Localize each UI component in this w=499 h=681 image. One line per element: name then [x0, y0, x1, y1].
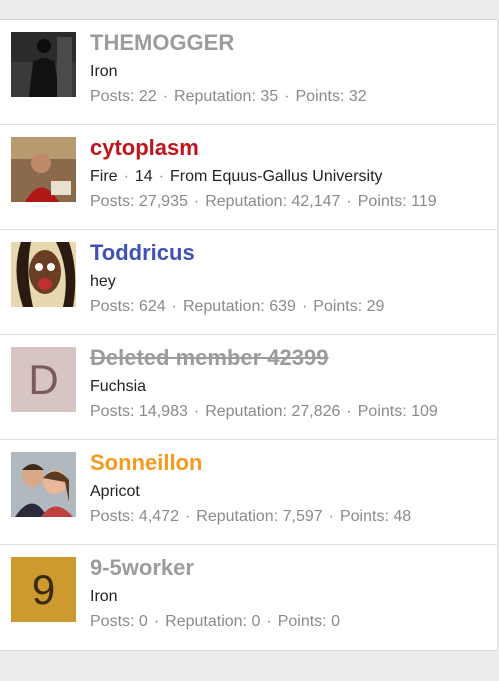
- list-item: THEMOGGER Iron Posts: 22 · Reputation: 35 ·…: [0, 20, 497, 125]
- points-label: Points:: [357, 403, 407, 420]
- username-link[interactable]: cytoplasm: [90, 135, 489, 161]
- reputation-count: 27,826: [291, 403, 341, 420]
- avatar[interactable]: 9: [11, 557, 76, 622]
- user-stats: Posts: 22 · Reputation: 35 · Points: 32: [90, 87, 489, 107]
- reputation-label: Reputation:: [174, 88, 256, 105]
- reputation-count: 35: [260, 88, 279, 105]
- user-stats: Posts: 27,935 · Reputation: 42,147 · Points:…: [90, 192, 489, 212]
- user-title-text: Iron: [90, 63, 118, 80]
- points-count: 119: [411, 193, 437, 210]
- posts-label: Posts:: [90, 193, 135, 210]
- separator: ·: [193, 193, 200, 210]
- user-title-text: Fuchsia: [90, 378, 147, 395]
- reputation-count: 0: [251, 613, 261, 630]
- user-title: Iron: [90, 587, 489, 607]
- reputation-label: Reputation:: [165, 613, 247, 630]
- user-title-text: 14: [134, 168, 153, 185]
- list-item: Toddricus hey Posts: 624 · Reputation: 639…: [0, 230, 497, 335]
- avatar-letter: 9: [11, 557, 76, 622]
- posts-count: 14,983: [138, 403, 188, 420]
- separator: ·: [266, 613, 272, 630]
- username-link[interactable]: THEMOGGER: [90, 30, 489, 56]
- user-stats: Posts: 14,983 · Reputation: 27,826 · Points:…: [90, 402, 489, 422]
- separator: ·: [328, 508, 334, 525]
- member-list: THEMOGGER Iron Posts: 22 · Reputation: 35 ·…: [0, 19, 498, 651]
- posts-label: Posts:: [90, 508, 135, 525]
- posts-label: Posts:: [90, 298, 135, 315]
- user-location: From Equus-Gallus University: [170, 168, 383, 185]
- list-item: D Deleted member 42399 Fuchsia Posts: 14…: [0, 335, 497, 440]
- posts-count: 624: [138, 298, 166, 315]
- couple-photo-icon: [11, 452, 76, 517]
- user-title: Fire · 14 · From Equus-Gallus University: [90, 167, 489, 187]
- reputation-count: 639: [269, 298, 296, 315]
- points-count: 29: [366, 298, 385, 315]
- separator: ·: [301, 298, 308, 315]
- separator: ·: [346, 403, 352, 420]
- reputation-label: Reputation:: [205, 193, 288, 210]
- user-stats: Posts: 0 · Reputation: 0 · Points: 0: [90, 612, 489, 632]
- separator: ·: [153, 613, 160, 630]
- silhouette-photo-icon: [11, 32, 76, 97]
- username-link[interactable]: Toddricus: [90, 240, 489, 266]
- list-item: Sonneillon Apricot Posts: 4,472 · Reputati…: [0, 440, 497, 545]
- posts-count: 4,472: [138, 508, 179, 525]
- user-title-text: Iron: [90, 588, 118, 605]
- posts-count: 22: [138, 88, 157, 105]
- posts-label: Posts:: [90, 88, 135, 105]
- reputation-label: Reputation:: [196, 508, 279, 525]
- separator: ·: [123, 168, 129, 185]
- username-link[interactable]: 9-5worker: [90, 555, 489, 581]
- user-title: hey: [90, 272, 489, 292]
- user-stats: Posts: 4,472 · Reputation: 7,597 · Points: 4…: [90, 507, 489, 527]
- face-photo-icon: [11, 242, 76, 307]
- reputation-count: 42,147: [291, 193, 341, 210]
- posts-count: 27,935: [138, 193, 188, 210]
- posts-count: 0: [138, 613, 148, 630]
- posts-label: Posts:: [90, 613, 135, 630]
- user-title-text: Apricot: [90, 483, 140, 500]
- points-count: 109: [411, 403, 438, 420]
- points-label: Points:: [313, 298, 363, 315]
- username-deleted: Deleted member 42399: [90, 345, 329, 370]
- reputation-label: Reputation:: [182, 298, 265, 315]
- user-title-text: Fire: [90, 168, 118, 185]
- separator: ·: [171, 298, 177, 315]
- points-count: 48: [393, 508, 412, 525]
- posts-label: Posts:: [90, 403, 135, 420]
- separator: ·: [184, 508, 191, 525]
- separator: ·: [162, 88, 169, 105]
- user-title: Apricot: [90, 482, 489, 502]
- points-label: Points:: [357, 193, 407, 210]
- points-count: 32: [348, 88, 367, 105]
- list-item: cytoplasm Fire · 14 · From Equus-Gallus Univ…: [0, 125, 497, 230]
- separator: ·: [193, 403, 200, 420]
- avatar[interactable]: [11, 137, 76, 202]
- separator: ·: [346, 193, 352, 210]
- points-label: Points:: [339, 508, 389, 525]
- list-item: 9 9-5worker Iron Posts: 0 · Reputation: 0 ·…: [0, 545, 497, 650]
- avatar[interactable]: D: [11, 347, 76, 412]
- points-label: Points:: [295, 88, 345, 105]
- user-title-text: hey: [90, 273, 116, 290]
- avatar-letter: D: [11, 347, 76, 412]
- separator: ·: [284, 88, 290, 105]
- reputation-count: 7,597: [282, 508, 323, 525]
- user-title: Iron: [90, 62, 489, 82]
- person-photo-icon: [11, 137, 76, 202]
- reputation-label: Reputation:: [205, 403, 288, 420]
- separator: ·: [158, 168, 165, 185]
- username-link[interactable]: Sonneillon: [90, 450, 489, 476]
- points-label: Points:: [277, 613, 327, 630]
- user-stats: Posts: 624 · Reputation: 639 · Points: 29: [90, 297, 489, 317]
- points-count: 0: [331, 613, 340, 630]
- user-title: Fuchsia: [90, 377, 489, 397]
- avatar[interactable]: [11, 242, 76, 307]
- avatar[interactable]: [11, 32, 76, 97]
- avatar[interactable]: [11, 452, 76, 517]
